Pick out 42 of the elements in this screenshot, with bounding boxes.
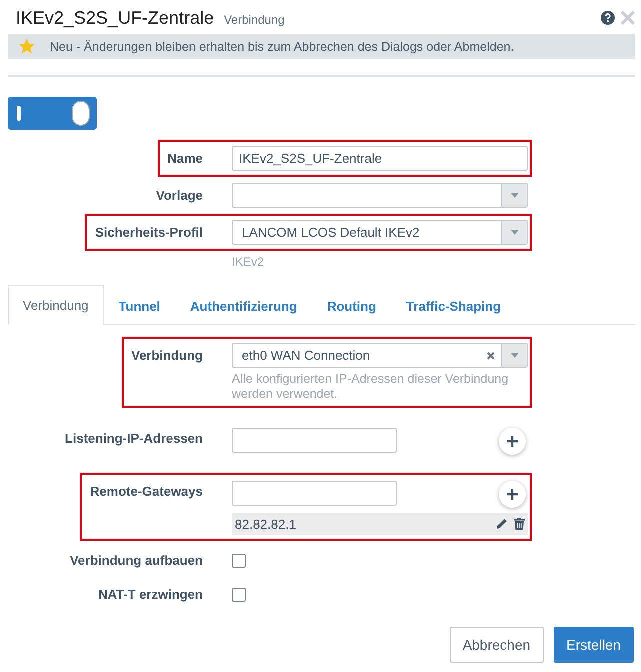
add-button[interactable]: [499, 481, 526, 508]
dialog-subtitle: Verbindung: [224, 12, 285, 26]
star-icon: [18, 38, 36, 55]
dialog-title: IKEv2_S2S_UF-Zentrale: [16, 8, 214, 28]
field-hint: Alle konfigurierten IP-Adressen dieser Verbindung werden verwendet.: [232, 372, 510, 402]
help-icon[interactable]: [601, 11, 615, 25]
notice-text: Neu - Änderungen bleiben erhalten bis zum Abbrechen des Dialogs oder Abmelden.: [50, 40, 514, 54]
checkbox[interactable]: [232, 588, 246, 602]
field-label: Vorlage: [156, 187, 203, 205]
cancel-button[interactable]: Abbrechen: [450, 627, 544, 663]
tab[interactable]: Verbindung: [8, 285, 104, 325]
edit-icon[interactable]: [496, 518, 508, 530]
clear-icon[interactable]: [487, 352, 495, 360]
field-label: Verbindung aufbauen: [70, 552, 203, 570]
plus-icon: [507, 436, 518, 447]
caret-icon: [510, 193, 518, 198]
create-button[interactable]: Erstellen: [554, 627, 634, 663]
entry-text: 82.82.82.1: [235, 516, 296, 532]
delete-icon[interactable]: [514, 518, 525, 530]
caret-icon: [510, 353, 518, 358]
select-field[interactable]: LANCOM LCOS Default IKEv2: [232, 220, 528, 245]
caret-icon: [510, 230, 518, 235]
enable-toggle[interactable]: [8, 97, 97, 130]
name-field[interactable]: IKEv2_S2S_UF-Zentrale: [232, 146, 528, 171]
field-label: Sicherheits-Profil: [95, 224, 203, 242]
checkbox[interactable]: [232, 554, 246, 568]
address-field[interactable]: [232, 428, 397, 453]
select-field[interactable]: [232, 183, 528, 208]
address-field[interactable]: [232, 481, 397, 506]
field-label: Remote-Gateways: [90, 483, 203, 501]
tab[interactable]: Authentifizierung: [175, 285, 312, 325]
field-label: Name: [168, 150, 203, 168]
field-label: Verbindung: [132, 347, 203, 365]
field-label: Listening-IP-Adressen: [65, 430, 203, 448]
tab[interactable]: Tunnel: [104, 285, 176, 325]
tab[interactable]: Traffic-Shaping: [391, 285, 516, 325]
select-field[interactable]: eth0 WAN Connection: [232, 343, 528, 368]
plus-icon: [507, 489, 518, 500]
field-label: NAT-T erzwingen: [98, 586, 203, 604]
field-hint: IKEv2: [232, 255, 264, 269]
add-button[interactable]: [499, 428, 526, 455]
tab[interactable]: Routing: [312, 285, 392, 325]
